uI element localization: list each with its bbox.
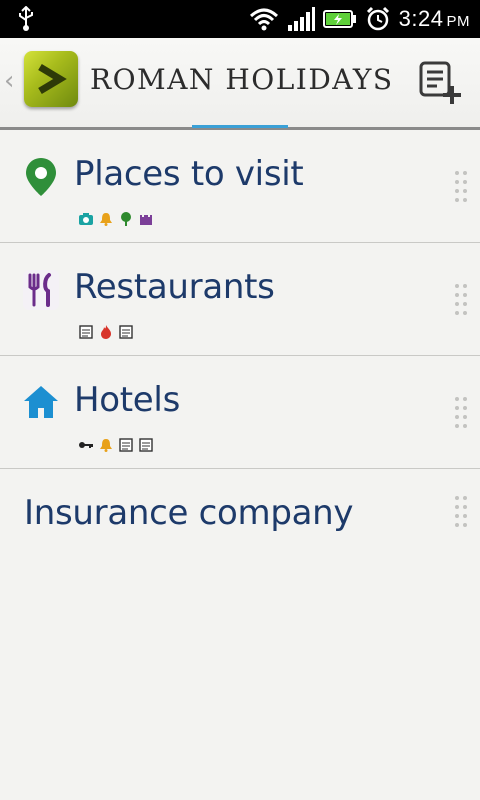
page-title: ROMAN HOLIDAYS bbox=[90, 63, 394, 96]
list-container: Places to visit Restaurants Hotels Insur… bbox=[0, 130, 480, 581]
drag-handle-icon[interactable] bbox=[454, 495, 468, 529]
usb-icon bbox=[19, 6, 33, 31]
map-pin-icon bbox=[26, 158, 56, 196]
key-tag-icon bbox=[79, 442, 93, 448]
tag-icons bbox=[78, 212, 154, 226]
list-item-title: Insurance company bbox=[24, 493, 354, 533]
fork-knife-icon bbox=[23, 270, 59, 310]
note-tag-icon bbox=[139, 438, 153, 452]
list-item-places[interactable]: Places to visit bbox=[0, 130, 480, 243]
add-list-button[interactable] bbox=[418, 60, 464, 106]
app-header: ‹ ROMAN HOLIDAYS bbox=[0, 38, 480, 128]
signal-icon bbox=[287, 7, 315, 31]
note-tag-icon bbox=[119, 438, 133, 452]
status-bar: 3:24 PM bbox=[0, 0, 480, 38]
bell-tag-icon bbox=[100, 213, 112, 226]
chevron-right-icon bbox=[38, 63, 67, 95]
tag-icons bbox=[78, 325, 134, 339]
drag-handle-icon[interactable] bbox=[454, 170, 468, 204]
tag-icons bbox=[78, 438, 154, 452]
fire-tag-icon bbox=[101, 325, 111, 339]
status-time: 3:24 PM bbox=[398, 6, 470, 31]
tab-indicator bbox=[192, 125, 288, 128]
back-chevron-icon[interactable]: ‹ bbox=[4, 66, 14, 96]
list-item-hotels[interactable]: Hotels bbox=[0, 356, 480, 469]
list-item-title: Hotels bbox=[74, 380, 180, 420]
app-logo[interactable] bbox=[24, 51, 78, 107]
note-tag-icon bbox=[119, 325, 133, 339]
castle-tag-icon bbox=[140, 215, 152, 225]
battery-charging-icon bbox=[322, 10, 356, 28]
tree-tag-icon bbox=[121, 212, 131, 226]
home-icon bbox=[24, 386, 58, 418]
camera-tag-icon bbox=[79, 213, 93, 225]
list-item-restaurants[interactable]: Restaurants bbox=[0, 243, 480, 356]
bell-tag-icon bbox=[100, 439, 112, 452]
drag-handle-icon[interactable] bbox=[454, 283, 468, 317]
list-item-title: Restaurants bbox=[74, 267, 275, 307]
wifi-icon bbox=[249, 8, 278, 31]
alarm-clock-icon bbox=[366, 6, 389, 31]
drag-handle-icon[interactable] bbox=[454, 396, 468, 430]
list-item-title: Places to visit bbox=[74, 154, 304, 194]
note-tag-icon bbox=[79, 325, 93, 339]
list-item-insurance[interactable]: Insurance company bbox=[0, 469, 480, 581]
